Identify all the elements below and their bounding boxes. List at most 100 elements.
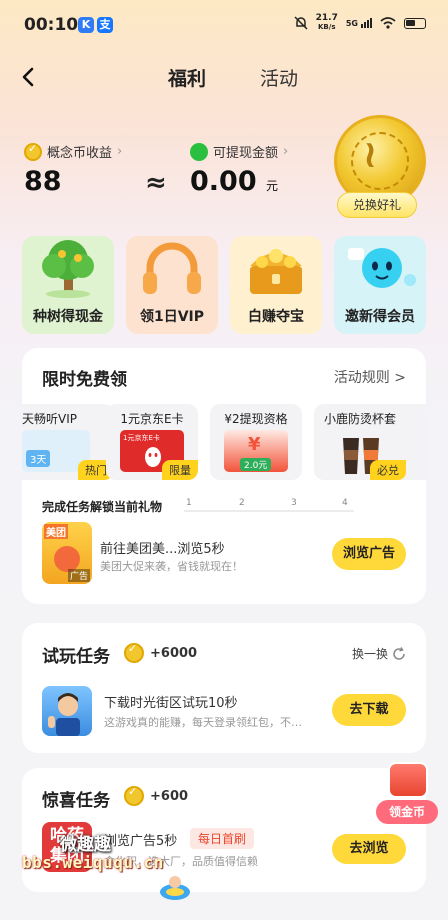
status-time: 00:10 bbox=[24, 15, 79, 35]
surprise-reward: +600 bbox=[124, 785, 189, 806]
meituan-ad-thumb: 美团 广告 bbox=[42, 522, 92, 584]
progress-step: 1 bbox=[186, 498, 192, 508]
status-bar: 00:10 K 支 21.7 KB/s 5G bbox=[0, 0, 448, 50]
coin-earnings-label[interactable]: 概念币收益 › bbox=[24, 142, 122, 161]
k-app-icon: K bbox=[78, 17, 94, 33]
gift-tag: 限量 bbox=[162, 460, 198, 480]
feature-plant-tree[interactable]: 种树得现金 bbox=[22, 236, 114, 334]
activity-rules-link[interactable]: 活动规则 > bbox=[334, 367, 406, 387]
tab-activity[interactable]: 活动 bbox=[260, 64, 298, 91]
swimmer-icon bbox=[160, 876, 190, 900]
claim-coins-label: 领金币 bbox=[376, 800, 438, 824]
back-button[interactable] bbox=[14, 62, 44, 92]
gold-coin-ring bbox=[351, 132, 409, 190]
ad-label: 广告 bbox=[67, 569, 90, 582]
top-nav: 福利 活动 bbox=[0, 56, 448, 100]
coin-icon bbox=[124, 785, 144, 806]
gift-box-icon bbox=[388, 762, 428, 798]
task-title: 下载时光街区试玩10秒 bbox=[104, 696, 238, 711]
gift-item[interactable]: 天畅听VIP 3天 热门 bbox=[22, 404, 114, 480]
progress-step: 4 bbox=[342, 498, 348, 508]
wifi-icon bbox=[380, 17, 396, 29]
feature-label: 白赚夺宝 bbox=[248, 309, 304, 325]
gift-name: ¥2提现资格 bbox=[224, 412, 288, 426]
gift-name: 天畅听VIP bbox=[22, 412, 77, 426]
trial-task-title: 试玩任务 bbox=[42, 647, 110, 667]
task-title: 前往美团美...浏览5秒 bbox=[100, 542, 225, 557]
progress-title: 完成任务解锁当前礼物 bbox=[42, 500, 163, 514]
go-browse-button[interactable]: 去浏览 bbox=[332, 834, 406, 864]
cash-balance-label[interactable]: 可提现金额 › bbox=[190, 142, 288, 161]
trial-reward: +6000 bbox=[124, 642, 198, 663]
feature-label: 邀新得会员 bbox=[345, 309, 415, 325]
cash-value: 0.00 bbox=[190, 166, 257, 197]
task-desc: 这游戏真的能赚，每天登录领红包，不… bbox=[104, 716, 302, 729]
feature-label: 种树得现金 bbox=[33, 309, 103, 325]
battery-icon bbox=[404, 17, 426, 29]
cash-unit: 元 bbox=[266, 179, 279, 193]
reward-amount: +6000 bbox=[150, 645, 198, 661]
progress-step: 2 bbox=[239, 498, 245, 508]
coin-icon bbox=[24, 142, 42, 161]
gold-coin-glyph: ≀ bbox=[363, 132, 378, 176]
tab-welfare[interactable]: 福利 bbox=[168, 64, 206, 91]
net-speed-unit: KB/s bbox=[318, 23, 336, 31]
redeem-gifts-button[interactable]: 兑换好礼 bbox=[337, 192, 417, 218]
mascot-icon bbox=[348, 248, 416, 288]
task-desc: 美团大促来袭，省钱就现在！ bbox=[100, 560, 243, 573]
surprise-task-title: 惊喜任务 bbox=[42, 791, 110, 811]
daily-first-tag: 每日首刷 bbox=[190, 828, 255, 849]
reward-amount: +600 bbox=[150, 788, 189, 804]
watermark-url: bbs.weiququ.cn bbox=[22, 853, 164, 872]
browse-ad-button[interactable]: 浏览广告 bbox=[332, 538, 406, 570]
feature-vip-day[interactable]: 领1日VIP bbox=[126, 236, 218, 334]
chevron-left-icon bbox=[22, 67, 34, 87]
game-avatar-icon bbox=[48, 693, 80, 736]
net-speed: 21.7 KB/s bbox=[316, 14, 338, 32]
limited-free-title: 限时免费领 bbox=[42, 370, 127, 390]
alipay-app-icon: 支 bbox=[97, 17, 113, 33]
gift-item[interactable]: 小鹿防烫杯套 必兑 bbox=[314, 404, 426, 480]
download-button[interactable]: 去下载 bbox=[332, 694, 406, 726]
cell-signal-icon: 5G bbox=[346, 18, 372, 28]
gift-badge: 2.0元 bbox=[240, 458, 272, 471]
cash-label-text: 可提现金额 bbox=[213, 146, 279, 161]
refresh-icon bbox=[393, 646, 405, 660]
task-title: 浏览广告5秒 bbox=[104, 834, 178, 849]
treasure-chest-icon bbox=[250, 249, 302, 294]
chevron-right-icon: › bbox=[283, 144, 289, 159]
gift-tag: 必兑 bbox=[370, 460, 406, 480]
swap-label: 换一换 bbox=[351, 647, 388, 661]
swap-button[interactable]: 换一换 bbox=[352, 645, 406, 662]
jd-dog-icon bbox=[145, 447, 161, 467]
chevron-right-icon: › bbox=[117, 144, 123, 159]
gift-item[interactable]: ¥2提现资格 ¥ 2.0元 bbox=[210, 404, 302, 480]
feature-invite[interactable]: 邀新得会员 bbox=[334, 236, 426, 334]
game-thumb bbox=[42, 686, 92, 736]
status-indicators: 21.7 KB/s 5G bbox=[294, 14, 426, 32]
mute-bell-icon bbox=[294, 16, 308, 30]
progress-step: 3 bbox=[291, 498, 297, 508]
headphones-icon bbox=[143, 242, 201, 294]
cash-envelope-image: ¥ 2.0元 bbox=[224, 430, 288, 472]
thumb-brand: 美团 bbox=[44, 524, 68, 539]
progress-track bbox=[184, 510, 354, 512]
gift-badge: 3天 bbox=[26, 450, 51, 467]
watermark-logo: 微趣趣 bbox=[60, 835, 111, 855]
coin-icon bbox=[124, 642, 144, 663]
gift-name: 小鹿防烫杯套 bbox=[323, 412, 396, 426]
net-speed-value: 21.7 bbox=[315, 13, 338, 23]
wechat-icon bbox=[190, 142, 208, 161]
approx-symbol: ≈ bbox=[145, 168, 167, 198]
coin-label-text: 概念币收益 bbox=[47, 146, 113, 161]
gift-item[interactable]: 1元京东E卡 1元京东E卡 限量 bbox=[106, 404, 198, 480]
feature-label: 领1日VIP bbox=[139, 309, 205, 325]
gift-name: 1元京东E卡 bbox=[120, 412, 184, 426]
cash-value-wrap: 0.00 元 bbox=[190, 166, 278, 197]
floating-coin-gift[interactable]: 领金币 bbox=[376, 762, 438, 826]
signal-type: 5G bbox=[345, 19, 358, 28]
yuan-icon: ¥ bbox=[248, 434, 261, 455]
coin-value: 88 bbox=[24, 166, 62, 197]
feature-treasure[interactable]: 白赚夺宝 bbox=[230, 236, 322, 334]
tree-icon bbox=[42, 240, 94, 298]
